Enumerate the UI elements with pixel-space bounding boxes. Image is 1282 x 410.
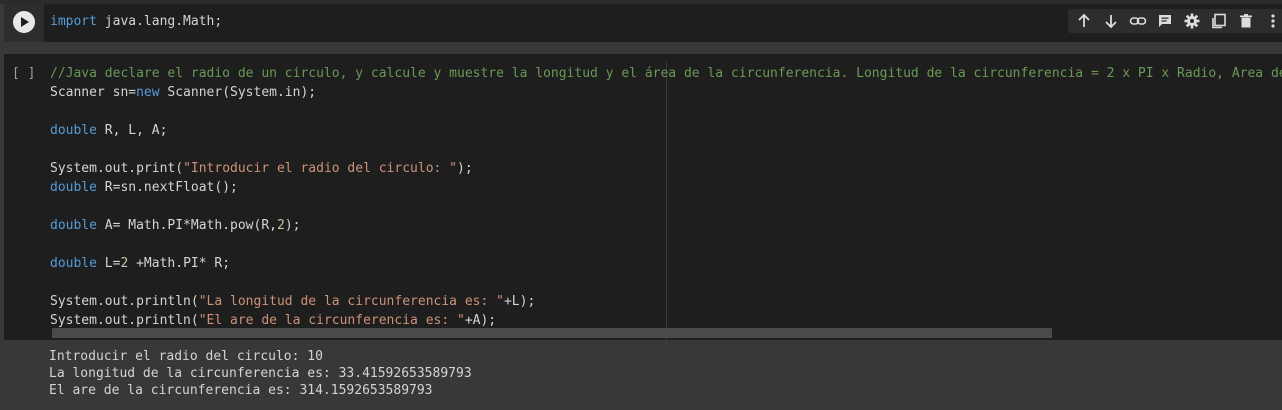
cell-output: Introducir el radio del circulo: 10 La l… (0, 340, 1282, 410)
code-text: A= Math.PI*Math.pow(R, (96, 218, 277, 233)
keyword: import (50, 14, 97, 29)
comment-button[interactable] (1153, 10, 1176, 33)
code-line: System.out.println("La longitud de la ci… (50, 292, 1282, 311)
code-text: System.out.println( (50, 294, 199, 309)
string-literal: "Introducir el radio del circulo: " (183, 161, 457, 176)
code-line: Scanner sn=new Scanner(System.in); (50, 83, 1282, 102)
code-comment-line: //Java declare el radio de un circulo, y… (50, 66, 1282, 81)
keyword: double (50, 123, 97, 138)
code-text: ); (457, 161, 473, 176)
gear-icon (1184, 13, 1199, 29)
code-cell-main[interactable]: [ ] //Java declare el radio de un circul… (4, 54, 1282, 340)
more-options-button[interactable] (1261, 10, 1282, 33)
execution-count[interactable]: [ ] (12, 66, 35, 81)
code-text: System.out.print( (50, 161, 184, 176)
code-text: L= (96, 256, 121, 271)
arrow-down-icon (1104, 15, 1117, 29)
keyword: double (50, 180, 97, 195)
code-text: System.out.println( (50, 313, 199, 328)
move-down-button[interactable] (1099, 10, 1122, 33)
output-line: El are de la circunferencia es: 314.1592… (49, 383, 433, 398)
cell-separator (0, 42, 1282, 54)
string-literal: "La longitud de la circunferencia es: " (198, 294, 504, 309)
link-cell-button[interactable] (1126, 10, 1149, 33)
delete-cell-button[interactable] (1234, 10, 1257, 33)
mirror-cell-button[interactable] (1207, 10, 1230, 33)
output-line: La longitud de la circunferencia es: 33.… (49, 366, 472, 381)
arrow-up-icon (1077, 13, 1090, 27)
code-editor[interactable]: //Java declare el radio de un circulo, y… (50, 64, 1282, 330)
keyword: double (50, 256, 97, 271)
move-up-button[interactable] (1072, 10, 1095, 33)
code-text: +Math.PI* R; (128, 256, 231, 271)
mirror-cell-icon (1211, 13, 1226, 29)
code-line: System.out.print("Introducir el radio de… (50, 159, 1282, 178)
output-line: Introducir el radio del circulo: 10 (49, 349, 323, 364)
cell-gutter (4, 4, 44, 42)
code-line: double R=sn.nextFloat(); (50, 178, 1282, 197)
code-text: Scanner sn= (50, 85, 137, 100)
string-literal: "El are de la circunferencia es: " (198, 313, 465, 328)
keyword: new (136, 85, 160, 100)
number-literal: 2 (276, 218, 285, 233)
code-line: double L=2 +Math.PI* R; (50, 254, 1282, 273)
keyword: double (50, 218, 97, 233)
cell-toolbar (1068, 9, 1282, 33)
code-text: R=sn.nextFloat(); (96, 180, 238, 195)
code-text: +L); (503, 294, 536, 309)
code-text: Scanner(System.in); (159, 85, 317, 100)
link-icon (1129, 17, 1146, 25)
code-line: double A= Math.PI*Math.pow(R,2); (50, 216, 1282, 235)
comment-icon (1158, 15, 1171, 27)
trash-icon (1239, 14, 1252, 28)
code-text: +A); (464, 313, 497, 328)
horizontal-scrollbar[interactable] (52, 328, 1052, 338)
output-text: Introducir el radio del circulo: 10 La l… (49, 348, 472, 399)
code-text: ); (284, 218, 301, 233)
code-text: R, L, A; (96, 123, 168, 138)
run-cell-button[interactable] (13, 11, 35, 33)
settings-button[interactable] (1180, 10, 1203, 33)
code-line[interactable]: import java.lang.Math; (50, 14, 222, 29)
more-vert-icon (1270, 14, 1275, 28)
code-line: double R, L, A; (50, 121, 1282, 140)
play-icon (21, 17, 29, 27)
code-text: java.lang.Math; (96, 14, 223, 29)
